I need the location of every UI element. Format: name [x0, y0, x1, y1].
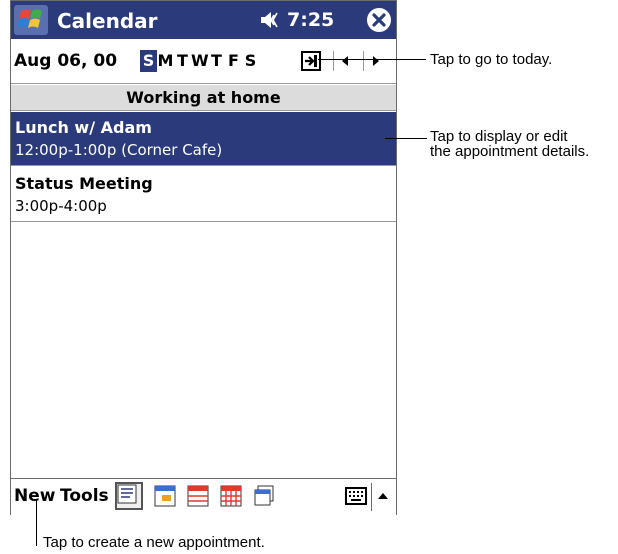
- day-saturday[interactable]: S: [242, 50, 259, 72]
- day-thursday[interactable]: T: [208, 50, 225, 72]
- input-panel-arrow-icon[interactable]: [371, 483, 392, 511]
- appointment-title: Status Meeting: [15, 174, 153, 193]
- windows-start-icon[interactable]: [14, 5, 48, 35]
- week-view-icon[interactable]: [186, 484, 210, 508]
- title-bar: Calendar 7:25: [11, 1, 396, 39]
- year-view-icon[interactable]: [252, 484, 276, 508]
- day-monday[interactable]: M: [157, 50, 174, 72]
- pocket-pc-screen: Calendar 7:25 Aug 06, 00 S M T W T F S W…: [10, 0, 397, 515]
- keyboard-icon[interactable]: [345, 487, 367, 510]
- speaker-icon[interactable]: [259, 10, 283, 35]
- week-day-strip: S M T W T F S: [140, 50, 259, 72]
- details-callout-line2: the appointment details.: [430, 143, 590, 160]
- appointment-details: 12:00p-1:00p (Corner Cafe): [15, 141, 223, 159]
- month-view-icon[interactable]: [219, 484, 243, 508]
- go-to-today-icon[interactable]: [301, 51, 321, 71]
- agenda-view-icon[interactable]: [115, 482, 143, 510]
- details-callout-line: [385, 138, 427, 139]
- appointment-item[interactable]: Status Meeting 3:00p-4:00p: [11, 168, 396, 222]
- new-callout-text: Tap to create a new appointment.: [43, 534, 265, 551]
- today-callout-line: [318, 59, 426, 60]
- details-callout-line1: Tap to display or edit: [430, 128, 568, 145]
- day-friday[interactable]: F: [225, 50, 242, 72]
- new-callout-line: [36, 500, 37, 546]
- today-callout-text: Tap to go to today.: [430, 51, 553, 68]
- previous-arrow-icon[interactable]: [333, 51, 356, 71]
- appointment-item[interactable]: Lunch w/ Adam 12:00p-1:00p (Corner Cafe): [11, 112, 396, 166]
- date-navigation-bar: Aug 06, 00 S M T W T F S: [11, 41, 396, 84]
- day-wednesday[interactable]: W: [191, 50, 209, 72]
- app-title: Calendar: [57, 9, 158, 33]
- appointment-title: Lunch w/ Adam: [15, 118, 152, 137]
- day-view-icon[interactable]: [153, 484, 177, 508]
- close-icon[interactable]: [366, 7, 392, 38]
- command-bar: New Tools: [11, 478, 396, 515]
- new-button[interactable]: New: [14, 486, 55, 506]
- appointment-details: 3:00p-4:00p: [15, 197, 107, 215]
- next-arrow-icon[interactable]: [363, 51, 386, 71]
- day-tuesday[interactable]: T: [174, 50, 191, 72]
- clock[interactable]: 7:25: [287, 9, 334, 31]
- all-day-event-banner[interactable]: Working at home: [11, 85, 396, 111]
- current-date[interactable]: Aug 06, 00: [14, 51, 117, 71]
- tools-menu[interactable]: Tools: [60, 486, 109, 506]
- day-sunday[interactable]: S: [140, 50, 157, 72]
